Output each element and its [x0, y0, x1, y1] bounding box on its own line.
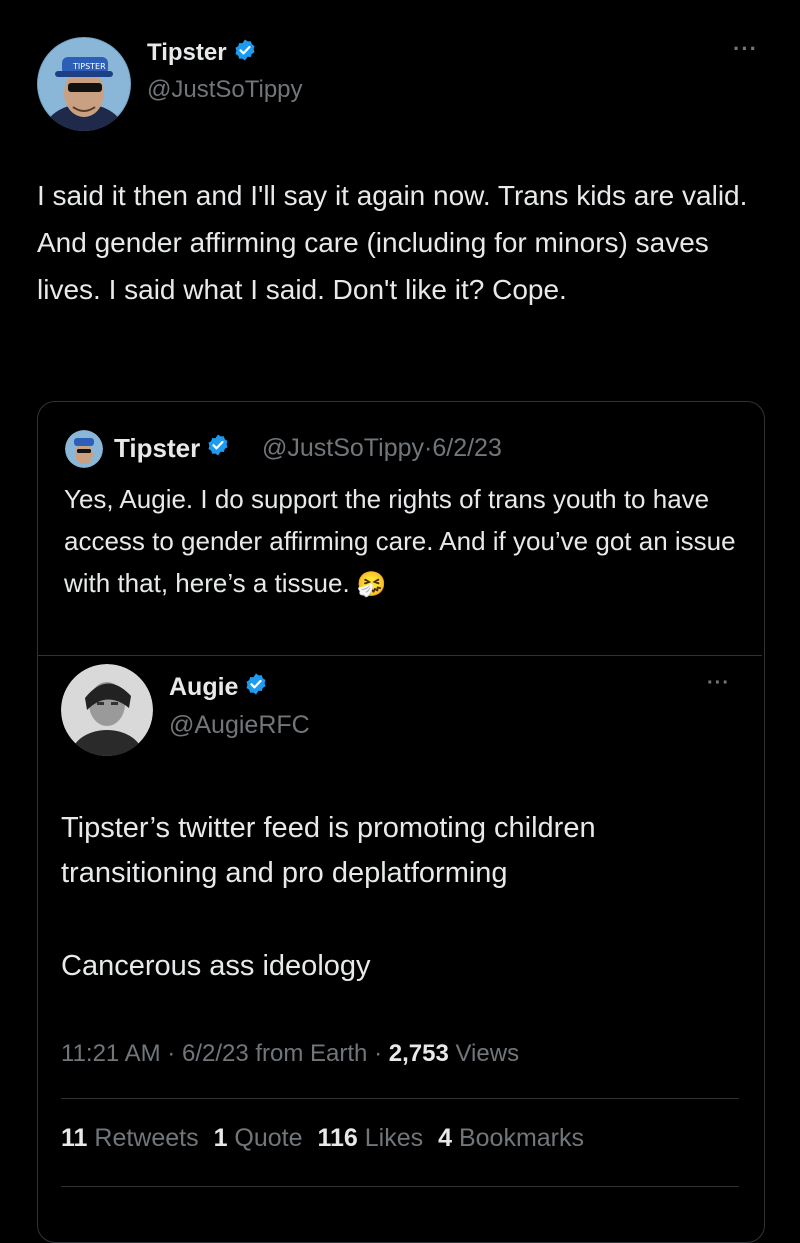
main-author-handle[interactable]: @JustSoTippy	[147, 76, 303, 104]
retweets-count: 11	[61, 1124, 88, 1152]
nested-tweet-text-1: Tipster’s twitter feed is promoting chil…	[61, 812, 604, 889]
quote-count: 1	[213, 1124, 228, 1152]
main-author-avatar[interactable]: TIPSTER	[37, 37, 131, 131]
quoted-date[interactable]: 6/2/23	[432, 434, 502, 462]
likes-stat[interactable]: 116 Likes	[317, 1124, 423, 1152]
tweet-date[interactable]: 6/2/23	[182, 1040, 249, 1067]
likes-count: 116	[317, 1124, 358, 1152]
sneezing-face-emoji: 🤧	[356, 571, 387, 598]
meta-separator: ·	[167, 1040, 176, 1067]
verified-badge-icon	[206, 433, 230, 464]
quote-stat[interactable]: 1 Quote	[214, 1124, 303, 1152]
more-icon[interactable]: ···	[707, 672, 730, 695]
nested-tweet-stats: 11 Retweets 1 Quote 116 Likes 4 Bookmark…	[61, 1124, 584, 1153]
meta-separator: ·	[374, 1040, 383, 1067]
svg-text:TIPSTER: TIPSTER	[72, 62, 106, 71]
nested-tweet-text-2: Cancerous ass ideology	[61, 950, 371, 982]
nested-author-handle[interactable]: @AugieRFC	[169, 711, 310, 740]
stats-bottom-divider	[61, 1186, 739, 1187]
nested-tweet-meta: 11:21 AM · 6/2/23 from Earth · 2,753 Vie…	[61, 1040, 519, 1068]
nested-author-name[interactable]: Augie	[169, 672, 268, 702]
nested-author-avatar[interactable]	[61, 664, 153, 756]
main-author-name[interactable]: Tipster	[147, 38, 257, 68]
more-icon[interactable]: ···	[733, 36, 758, 62]
main-author-name-text[interactable]: Tipster	[147, 39, 227, 67]
verified-badge-icon	[233, 38, 257, 69]
tweet-time[interactable]: 11:21 AM	[61, 1040, 161, 1067]
meta-stats-divider	[61, 1098, 739, 1099]
quoted-author-avatar[interactable]	[65, 430, 103, 468]
retweets-stat[interactable]: 11 Retweets	[61, 1124, 199, 1152]
quoted-author-handle[interactable]: @JustSoTippy	[262, 434, 424, 462]
views-count: 2,753	[388, 1040, 449, 1067]
likes-label: Likes	[364, 1124, 424, 1152]
quoted-author-handle-date: @JustSoTippy·6/2/23	[262, 434, 502, 463]
quoted-nested-divider	[38, 655, 762, 656]
quoted-author-name[interactable]: Tipster	[114, 433, 230, 463]
main-tweet-text: I said it then and I'll say it again now…	[37, 180, 754, 305]
tweet-source: from Earth	[255, 1040, 368, 1067]
bookmarks-stat[interactable]: 4 Bookmarks	[438, 1124, 584, 1152]
bookmarks-label: Bookmarks	[458, 1124, 585, 1152]
quote-label: Quote	[234, 1124, 303, 1152]
quoted-tweet-text: Yes, Augie. I do support the rights of t…	[64, 478, 754, 606]
views-label: Views	[455, 1040, 520, 1067]
retweets-label: Retweets	[94, 1124, 199, 1152]
nested-author-name-text[interactable]: Augie	[169, 673, 238, 702]
bookmarks-count: 4	[438, 1124, 453, 1152]
verified-badge-icon	[244, 672, 268, 703]
quoted-author-name-text[interactable]: Tipster	[114, 433, 200, 464]
quoted-tweet-text-body: Yes, Augie. I do support the rights of t…	[64, 484, 743, 598]
